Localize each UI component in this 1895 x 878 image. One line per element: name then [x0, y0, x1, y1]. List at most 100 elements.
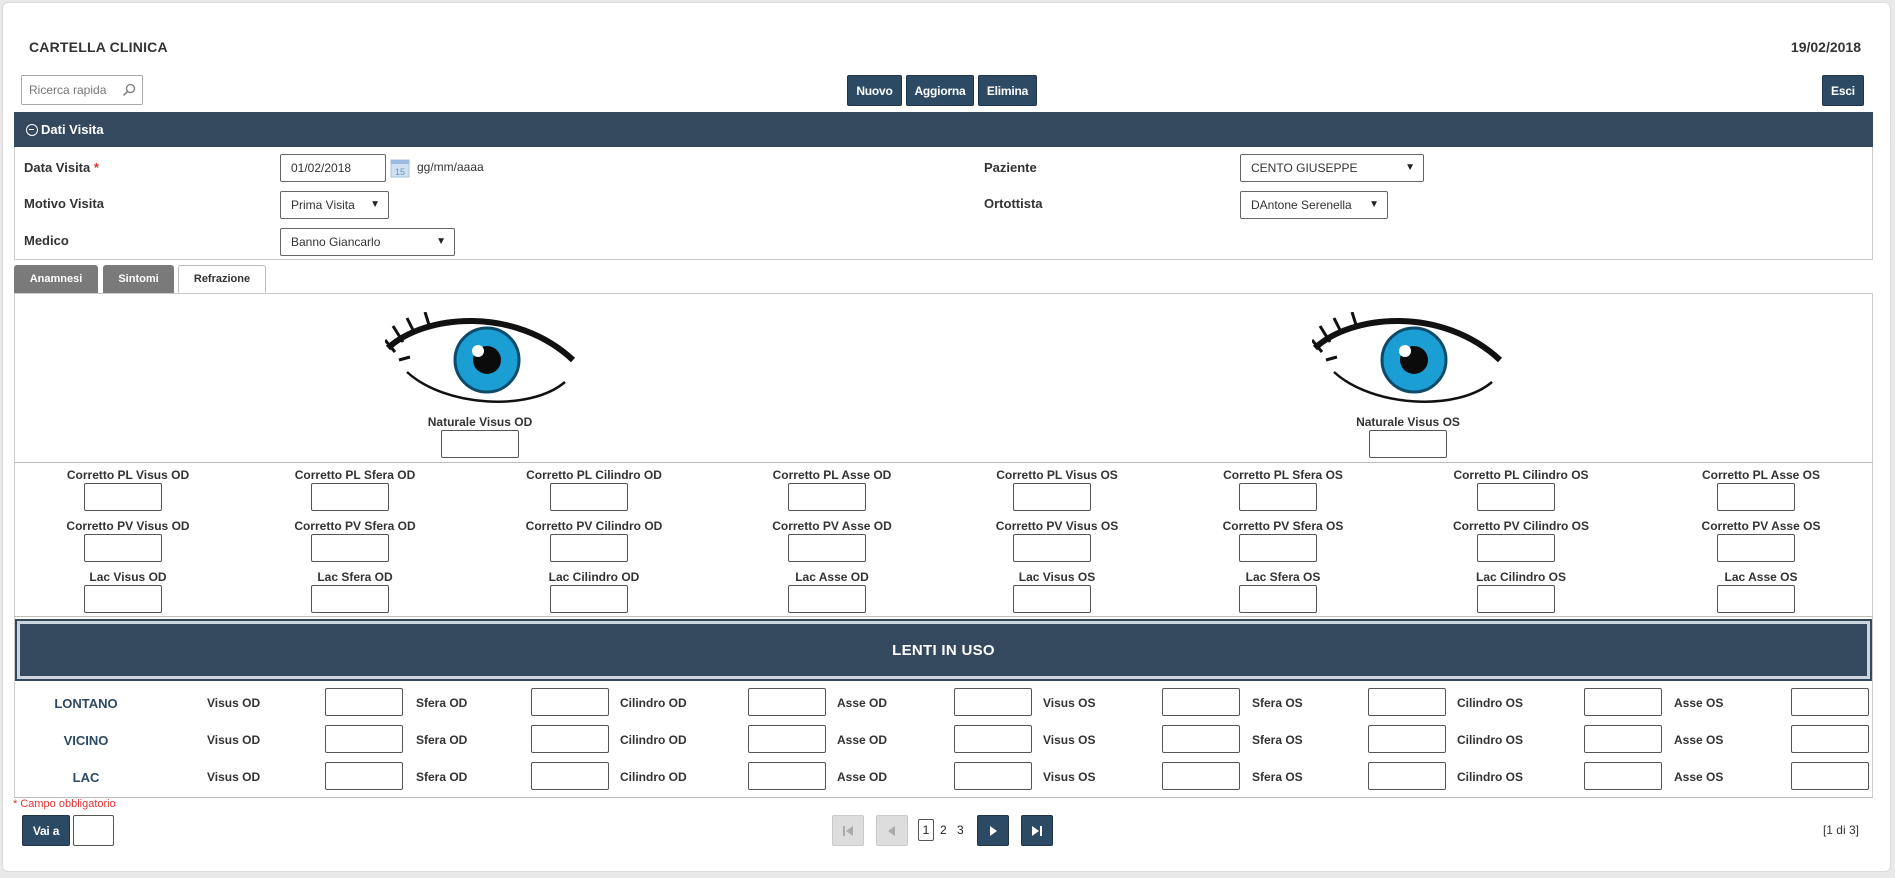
refrazione-field-input[interactable] [84, 585, 162, 613]
refrazione-field-input[interactable] [788, 585, 866, 613]
lenti-field-input[interactable] [1368, 688, 1446, 716]
lenti-field-input[interactable] [748, 725, 826, 753]
exit-button[interactable]: Esci [1822, 75, 1864, 106]
tab-anamnesi[interactable]: Anamnesi [14, 265, 98, 293]
lenti-field-label: Cilindro OS [1457, 770, 1523, 784]
data-visita-input[interactable]: 01/02/2018 [280, 154, 386, 182]
collapse-icon[interactable] [26, 123, 38, 136]
delete-button[interactable]: Elimina [978, 75, 1037, 106]
tab-refrazione[interactable]: Refrazione [178, 265, 266, 293]
refrazione-field-input[interactable] [1717, 483, 1795, 511]
refrazione-field-input[interactable] [1717, 534, 1795, 562]
refrazione-field-input[interactable] [1717, 585, 1795, 613]
refrazione-field-input[interactable] [311, 585, 389, 613]
refrazione-field-input[interactable] [84, 534, 162, 562]
search-input[interactable] [22, 76, 118, 104]
refrazione-field-input[interactable] [311, 483, 389, 511]
lenti-field-input[interactable] [1584, 762, 1662, 790]
last-page-button[interactable] [1021, 815, 1053, 846]
refrazione-field-input[interactable] [788, 534, 866, 562]
goto-page-input[interactable] [73, 815, 114, 846]
lenti-field-input[interactable] [1162, 725, 1240, 753]
prev-page-button[interactable] [876, 815, 908, 846]
lenti-field-input[interactable] [954, 762, 1032, 790]
refrazione-field-input[interactable] [1239, 585, 1317, 613]
refrazione-field-input[interactable] [84, 483, 162, 511]
lenti-field-input[interactable] [748, 688, 826, 716]
refrazione-field-label: Lac Cilindro OD [548, 570, 640, 584]
refrazione-field-label: Corretto PV Sfera OD [294, 519, 416, 533]
search-box[interactable] [21, 75, 143, 105]
lenti-field-input[interactable] [1368, 762, 1446, 790]
refrazione-field-input[interactable] [550, 534, 628, 562]
lenti-field-input[interactable] [748, 762, 826, 790]
refrazione-field-input[interactable] [1477, 534, 1555, 562]
refrazione-field-input[interactable] [788, 483, 866, 511]
lenti-field-label: Cilindro OS [1457, 733, 1523, 747]
page-3-link[interactable]: 3 [957, 823, 964, 837]
refrazione-field-input[interactable] [1477, 585, 1555, 613]
refrazione-field-label: Lac Sfera OS [1245, 570, 1321, 584]
eye-os-icon [1312, 312, 1502, 403]
paziente-select[interactable]: CENTO GIUSEPPE [1240, 154, 1424, 182]
lenti-field-label: Cilindro OD [620, 733, 687, 747]
naturale-os-input[interactable] [1369, 430, 1447, 458]
motivo-visita-select[interactable]: Prima Visita [280, 191, 389, 219]
lenti-field-label: Visus OS [1043, 696, 1096, 710]
naturale-od-input[interactable] [441, 430, 519, 458]
lenti-field-input[interactable] [954, 725, 1032, 753]
tab-sintomi[interactable]: Sintomi [103, 265, 174, 293]
lenti-field-label: Sfera OD [416, 733, 468, 747]
first-page-button[interactable] [832, 815, 864, 846]
lenti-in-uso-banner: LENTI IN USO [15, 619, 1872, 681]
calendar-icon[interactable]: 15 [390, 158, 410, 178]
refrazione-field-input[interactable] [1477, 483, 1555, 511]
lenti-field-input[interactable] [531, 688, 609, 716]
refrazione-field-label: Lac Visus OS [1018, 570, 1096, 584]
lenti-field-input[interactable] [1584, 725, 1662, 753]
lenti-field-input[interactable] [954, 688, 1032, 716]
refrazione-field-input[interactable] [550, 483, 628, 511]
lenti-field-input[interactable] [1584, 688, 1662, 716]
refrazione-field-label: Corretto PL Asse OD [772, 468, 892, 482]
section-dati-visita-header[interactable]: Dati Visita [14, 112, 1873, 147]
new-button[interactable]: Nuovo [847, 75, 902, 106]
lenti-field-input[interactable] [1162, 762, 1240, 790]
lenti-field-input[interactable] [325, 688, 403, 716]
medico-select[interactable]: Banno Giancarlo [280, 228, 455, 256]
refrazione-field-input[interactable] [311, 534, 389, 562]
lenti-field-input[interactable] [1791, 725, 1869, 753]
lenti-field-label: Sfera OS [1252, 733, 1303, 747]
motivo-visita-label: Motivo Visita [24, 196, 104, 211]
refrazione-field-label: Corretto PV Cilindro OS [1452, 519, 1589, 533]
ortottista-select[interactable]: DAntone Serenella [1240, 191, 1388, 219]
lenti-field-label: Asse OD [837, 696, 888, 710]
refrazione-field-input[interactable] [550, 585, 628, 613]
lenti-field-input[interactable] [325, 725, 403, 753]
refrazione-field-label: Corretto PL Visus OS [996, 468, 1118, 482]
refrazione-field-label: Corretto PL Asse OS [1701, 468, 1821, 482]
lenti-field-input[interactable] [531, 725, 609, 753]
section-title: Dati Visita [41, 122, 104, 137]
goto-button[interactable]: Vai a [22, 815, 70, 846]
lenti-field-input[interactable] [1791, 762, 1869, 790]
page-2-link[interactable]: 2 [940, 823, 947, 837]
refrazione-field-label: Corretto PL Cilindro OS [1453, 468, 1589, 482]
lenti-field-input[interactable] [531, 762, 609, 790]
lenti-field-input[interactable] [1791, 688, 1869, 716]
refrazione-field-input[interactable] [1013, 585, 1091, 613]
refrazione-field-input[interactable] [1013, 534, 1091, 562]
refrazione-field-input[interactable] [1013, 483, 1091, 511]
lenti-field-input[interactable] [325, 762, 403, 790]
refrazione-field-label: Lac Asse OD [795, 570, 869, 584]
page-1-link[interactable]: 1 [918, 819, 934, 841]
refrazione-field-label: Lac Asse OS [1724, 570, 1798, 584]
update-button[interactable]: Aggiorna [906, 75, 974, 106]
lenti-field-input[interactable] [1162, 688, 1240, 716]
refrazione-field-input[interactable] [1239, 534, 1317, 562]
search-icon[interactable] [122, 83, 136, 97]
refrazione-field-label: Lac Sfera OD [317, 570, 393, 584]
next-page-button[interactable] [977, 815, 1009, 846]
refrazione-field-input[interactable] [1239, 483, 1317, 511]
lenti-field-input[interactable] [1368, 725, 1446, 753]
